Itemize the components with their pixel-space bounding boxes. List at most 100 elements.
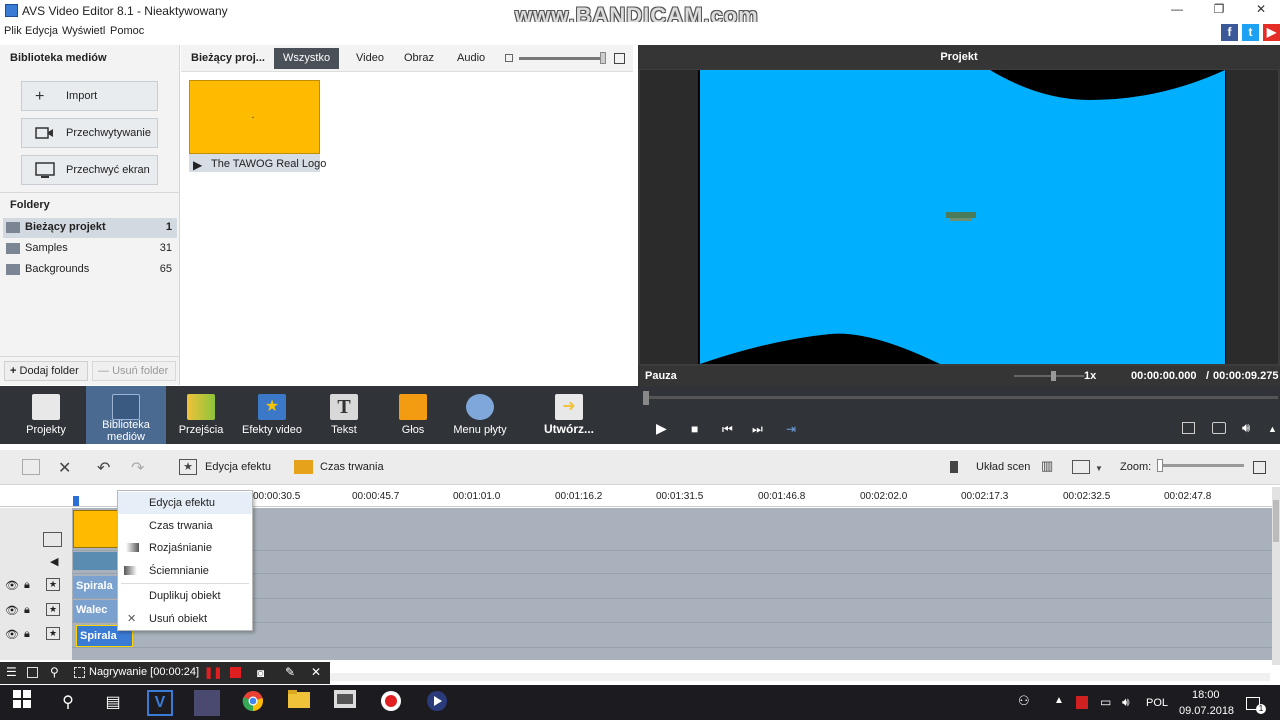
expand-arrow-icon[interactable]: ▲ — [1268, 424, 1277, 434]
windows-start-icon[interactable] — [9, 690, 35, 716]
toolbar-text[interactable]: T Tekst — [318, 386, 370, 444]
volume-tray-icon[interactable]: 🔊︎ — [1122, 695, 1130, 710]
zoom-slider[interactable] — [1160, 464, 1244, 467]
stop-record-icon[interactable] — [230, 667, 241, 678]
toolbar-media-library[interactable]: Biblioteka mediów — [86, 386, 166, 444]
chevron-up-icon[interactable]: ▲ — [1054, 695, 1064, 706]
menu-item-duplicate[interactable]: Duplikuj obiekt — [118, 585, 252, 607]
menu-item-effect-edit[interactable]: Edycja efektu — [118, 492, 252, 514]
zoom-slider-handle[interactable] — [1157, 459, 1163, 472]
redo-icon[interactable]: ↷ — [131, 458, 144, 478]
twitter-icon[interactable]: t — [1242, 24, 1259, 41]
menu-icon[interactable]: ☰ — [6, 665, 17, 679]
window-mode-icon[interactable] — [27, 667, 38, 678]
maximize-button[interactable]: ❐ — [1204, 2, 1234, 18]
video-app-icon[interactable] — [194, 690, 220, 716]
play-button[interactable]: ▶ — [656, 420, 667, 437]
menu-item-delete[interactable]: ✕ Usuń obiekt — [118, 608, 252, 630]
menu-item-fade-out[interactable]: Ściemnianie — [118, 560, 252, 582]
large-thumb-icon[interactable] — [614, 53, 625, 64]
people-icon[interactable]: ⚇ — [1018, 693, 1030, 709]
menu-edit[interactable]: Edycja — [25, 25, 58, 37]
menu-view[interactable]: Wyświetl — [62, 25, 105, 37]
media-player-icon[interactable] — [424, 690, 450, 716]
video-clip[interactable] — [73, 510, 118, 548]
eye-icon[interactable]: 👁︎ — [5, 604, 19, 617]
tab-audio[interactable]: Audio — [448, 48, 494, 69]
scene-layout-button[interactable]: Układ scen — [976, 461, 1030, 473]
previous-frame-button[interactable]: ⏮ — [722, 422, 733, 437]
thumb-size-slider[interactable] — [519, 57, 603, 60]
fullscreen-icon[interactable] — [1182, 422, 1195, 434]
folder-samples[interactable]: Samples 31 — [3, 239, 177, 259]
clock-date[interactable]: 09.07.2018 — [1179, 705, 1234, 717]
toolbar-transitions[interactable]: Przejścia — [175, 386, 227, 444]
tab-image[interactable]: Obraz — [395, 48, 443, 69]
seek-handle[interactable] — [643, 391, 649, 405]
snap-button[interactable]: ⇥ — [786, 422, 796, 436]
chrome-icon[interactable] — [240, 690, 266, 716]
seek-bar[interactable] — [644, 396, 1278, 399]
chevron-down-icon[interactable]: ▼ — [1095, 464, 1103, 473]
add-folder-button[interactable]: + Dodaj folder — [4, 361, 88, 381]
lock-icon[interactable]: 🔒︎ — [24, 628, 30, 641]
language-indicator[interactable]: POL — [1146, 697, 1168, 709]
effect-edit-button[interactable]: Edycja efektu — [205, 461, 271, 473]
facebook-icon[interactable]: f — [1221, 24, 1238, 41]
pause-icon[interactable]: ❚❚ — [204, 666, 222, 679]
scrollbar-thumb[interactable] — [1273, 500, 1279, 542]
snapshot-camera-icon[interactable] — [1212, 422, 1226, 434]
small-thumb-icon[interactable] — [505, 54, 513, 62]
eye-icon[interactable]: 👁︎ — [5, 579, 19, 592]
folder-current-project[interactable]: Bieżący projekt 1 — [3, 218, 177, 238]
speed-slider-handle[interactable] — [1051, 371, 1056, 381]
undo-icon[interactable]: ↶ — [97, 458, 110, 478]
minimize-button[interactable]: — — [1162, 2, 1192, 18]
timeline-horizontal-scrollbar[interactable] — [330, 673, 1270, 681]
toolbar-projects[interactable]: Projekty — [20, 386, 72, 444]
capture-button[interactable]: Przechwytywanie — [21, 118, 158, 148]
clock-time[interactable]: 18:00 — [1192, 689, 1220, 701]
record-area-icon[interactable] — [74, 667, 85, 678]
toolbar-video-effects[interactable]: ★ Efekty video — [240, 386, 304, 444]
tab-video[interactable]: Video — [347, 48, 393, 69]
close-recorder-icon[interactable]: ✕ — [311, 665, 321, 679]
fit-zoom-icon[interactable] — [1253, 461, 1266, 474]
file-explorer-icon[interactable] — [286, 690, 312, 716]
task-view-icon[interactable]: ▤ — [100, 690, 126, 716]
search-icon[interactable]: ⚲ — [50, 665, 59, 679]
menu-item-duration[interactable]: Czas trwania — [118, 515, 252, 537]
audio-mixer-icon[interactable]: ▥ — [1041, 458, 1053, 474]
lock-icon[interactable]: 🔒︎ — [24, 579, 30, 592]
playhead[interactable] — [73, 496, 79, 506]
audio-clip[interactable] — [73, 552, 118, 570]
import-button[interactable]: + Import — [21, 81, 158, 111]
storyboard-icon[interactable] — [22, 459, 40, 475]
youtube-icon[interactable]: ▶ — [1263, 24, 1280, 41]
delete-icon[interactable]: ✕ — [58, 458, 71, 478]
speed-slider[interactable] — [1014, 375, 1084, 377]
eye-icon[interactable]: 👁︎ — [5, 628, 19, 641]
search-icon[interactable]: ⚲ — [55, 690, 81, 716]
menu-file[interactable]: Plik — [4, 25, 22, 37]
lock-icon[interactable]: 🔒︎ — [24, 604, 30, 617]
menu-help[interactable]: Pomoc — [110, 25, 144, 37]
toolbar-create[interactable]: ➜ Utwórz... — [535, 386, 603, 444]
folder-backgrounds[interactable]: Backgrounds 65 — [3, 260, 177, 280]
toolbar-disc-menu[interactable]: Menu płyty — [450, 386, 510, 444]
remove-folder-button[interactable]: — Usuń folder — [92, 361, 176, 381]
film-app-icon[interactable] — [332, 690, 358, 716]
close-button[interactable]: ✕ — [1246, 2, 1276, 18]
stop-button[interactable]: ■ — [691, 422, 698, 436]
antivirus-icon[interactable] — [1076, 696, 1088, 709]
slider-handle[interactable] — [600, 52, 606, 64]
screen-capture-button[interactable]: Przechwyć ekran — [21, 155, 158, 185]
display-mode-icon[interactable] — [1072, 460, 1090, 474]
network-icon[interactable]: ▭ — [1100, 695, 1111, 709]
pencil-icon[interactable]: ✎ — [285, 665, 295, 679]
next-frame-button[interactable]: ⏭ — [752, 422, 763, 437]
volume-icon[interactable]: 🔊︎ — [1242, 420, 1250, 436]
bandicam-icon[interactable] — [378, 690, 404, 716]
duration-button[interactable]: Czas trwania — [320, 461, 384, 473]
menu-item-fade-in[interactable]: Rozjaśnianie — [118, 537, 252, 559]
